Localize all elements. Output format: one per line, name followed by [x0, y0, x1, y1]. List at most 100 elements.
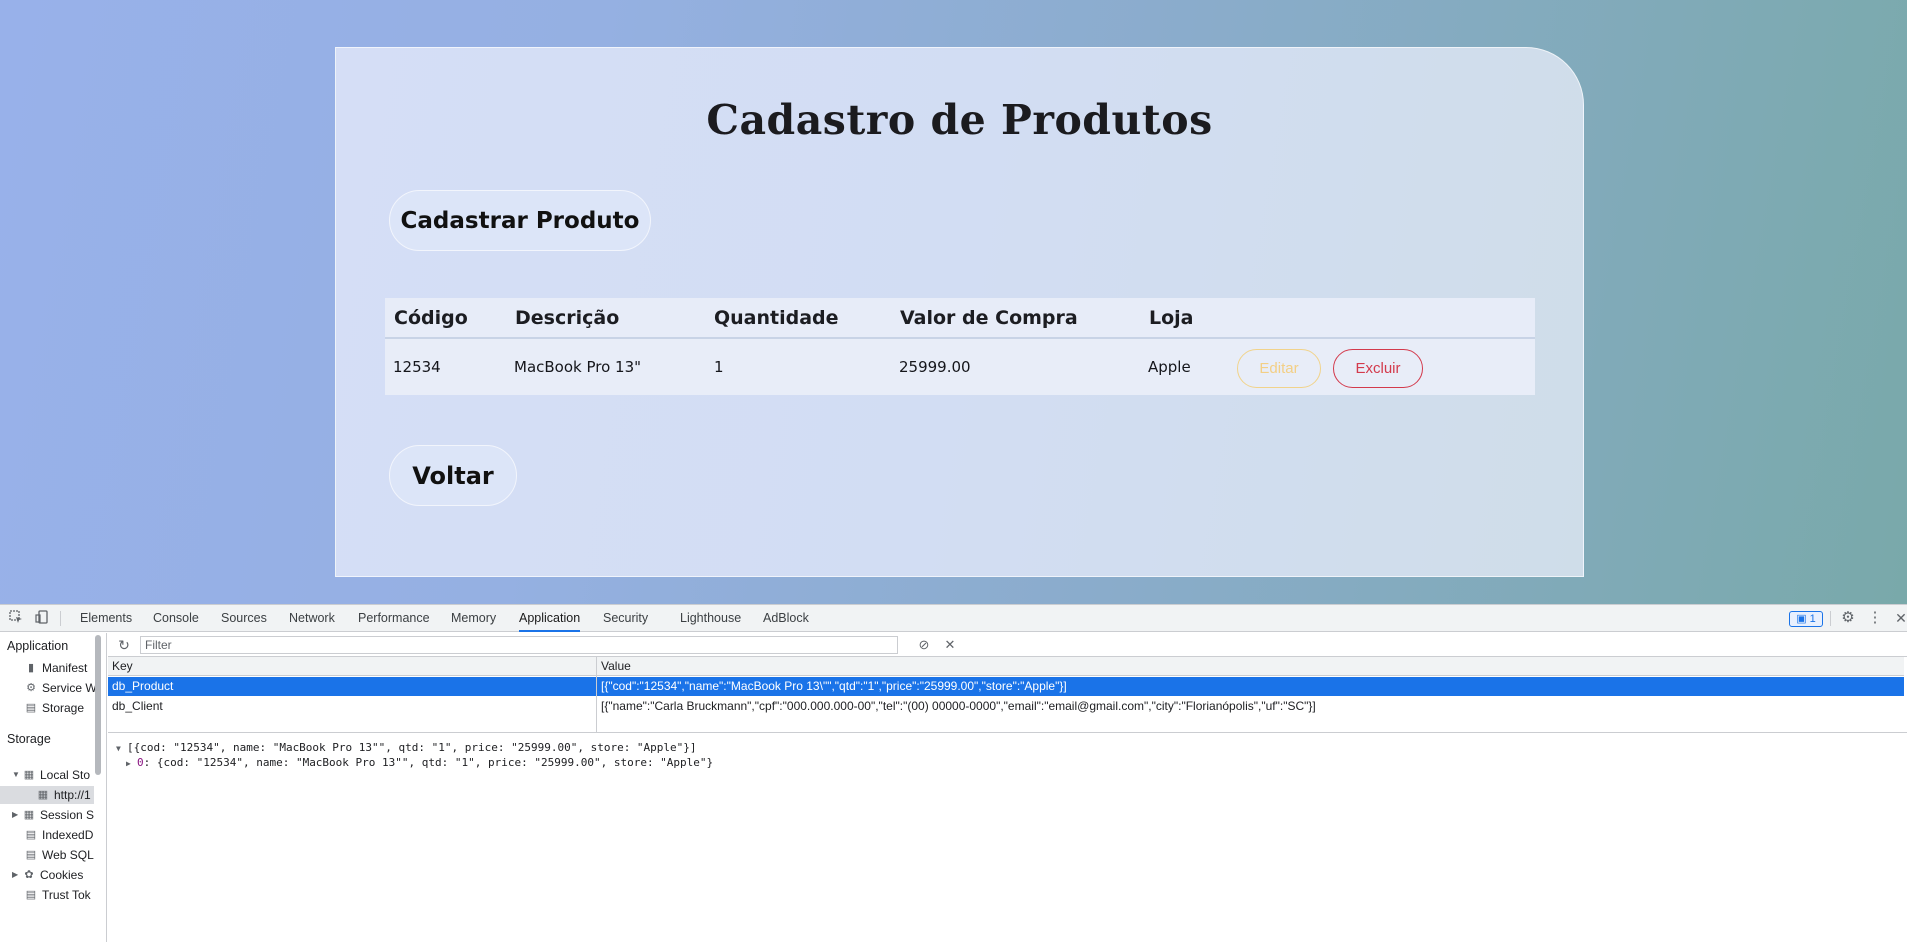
database-icon: ▤ — [25, 702, 37, 714]
sidebar-item-label: Service W — [42, 681, 97, 695]
header-code: Código — [394, 307, 468, 329]
sidebar-item-trust-tokens[interactable]: ▤ Trust Tok — [24, 886, 91, 904]
devtools-tabbar: Elements Console Sources Network Perform… — [0, 605, 1907, 632]
toolbar-divider — [60, 611, 61, 626]
header-quantity: Quantidade — [714, 307, 839, 329]
message-icon: ▣ — [1796, 613, 1807, 625]
cell-store: Apple — [1148, 358, 1191, 376]
sidebar-application-header: Application — [7, 639, 69, 653]
tab-performance[interactable]: Performance — [358, 605, 430, 632]
expanded-triangle-icon: ▼ — [12, 770, 20, 779]
database-icon: ▤ — [25, 889, 37, 901]
toolbar-divider — [1830, 611, 1831, 626]
sidebar-item-label: Local Sto — [40, 768, 91, 782]
preview-item[interactable]: ▶ 0: {cod: "12534", name: "MacBook Pro 13… — [126, 756, 713, 769]
sidebar-item-service-workers[interactable]: ⚙ Service W — [24, 679, 97, 697]
sidebar-item-cookies[interactable]: ▶ ✿ Cookies — [12, 866, 83, 884]
close-devtools-icon[interactable]: ✕ — [1893, 610, 1907, 626]
key-column-header[interactable]: Key — [108, 657, 596, 676]
sidebar-item-label: Session S — [40, 808, 95, 822]
table-row[interactable]: db_Product [{"cod":"12534","name":"MacBo… — [108, 677, 1904, 696]
gear-icon[interactable]: ⚙ — [1840, 610, 1856, 626]
issues-count: 1 — [1809, 613, 1816, 625]
sidebar-item-label: Storage — [42, 701, 85, 715]
value-preview: ▼ [{cod: "12534", name: "MacBook Pro 13""… — [108, 734, 1907, 942]
sidebar-item-web-sql[interactable]: ▤ Web SQL — [24, 846, 94, 864]
tab-elements[interactable]: Elements — [80, 605, 132, 632]
sidebar-item-label: http://1 — [54, 788, 91, 802]
expanded-triangle-icon: ▼ — [116, 744, 121, 753]
cell-code: 12534 — [393, 358, 441, 376]
sidebar-item-indexeddb[interactable]: ▤ IndexedD — [24, 826, 94, 844]
preview-root[interactable]: ▼ [{cod: "12534", name: "MacBook Pro 13""… — [116, 741, 697, 754]
value-column-header[interactable]: Value — [597, 657, 1904, 676]
devtools-panel: Elements Console Sources Network Perform… — [0, 604, 1907, 942]
inspect-element-icon[interactable] — [8, 610, 24, 626]
application-sidebar: Application ▮ Manifest ⚙ Service W ▤ Storag… — [0, 633, 107, 942]
refresh-icon[interactable]: ↻ — [116, 637, 132, 653]
sidebar-item-manifest[interactable]: ▮ Manifest — [24, 659, 87, 677]
clear-all-icon[interactable]: ⊘ — [916, 637, 932, 653]
add-product-button[interactable]: Cadastrar Produto — [389, 190, 651, 251]
tab-lighthouse[interactable]: Lighthouse — [680, 605, 741, 632]
tab-memory[interactable]: Memory — [451, 605, 496, 632]
sidebar-item-storage[interactable]: ▤ Storage — [24, 699, 84, 717]
delete-button[interactable]: Excluir — [1333, 349, 1423, 388]
sidebar-item-label: Cookies — [40, 868, 84, 882]
preview-item-index: 0 — [137, 756, 144, 769]
column-divider — [596, 657, 597, 733]
page-title: Cadastro de Produtos — [706, 96, 1213, 144]
row-value: [{"name":"Carla Bruckmann","cpf":"000.00… — [601, 699, 1316, 713]
more-options-icon[interactable]: ⋮ — [1867, 610, 1883, 626]
header-price: Valor de Compra — [900, 307, 1078, 329]
page-viewport: Cadastro de Produtos Cadastrar Produto C… — [0, 0, 1907, 604]
cell-description: MacBook Pro 13" — [514, 358, 642, 376]
sidebar-item-local-origin[interactable]: ▦ http://1 — [36, 786, 91, 804]
preview-item-text: : {cod: "12534", name: "MacBook Pro 13""… — [143, 756, 714, 769]
product-card: Cadastro de Produtos Cadastrar Produto C… — [335, 47, 1584, 577]
sidebar-item-session-storage[interactable]: ▶ ▦ Session S — [12, 806, 94, 824]
grid-icon: ▦ — [23, 809, 35, 821]
collapsed-triangle-icon: ▶ — [12, 810, 19, 819]
sidebar-storage-header: Storage — [7, 732, 51, 746]
tab-console[interactable]: Console — [153, 605, 199, 632]
tab-adblock[interactable]: AdBlock — [763, 605, 809, 632]
row-value: [{"cod":"12534","name":"MacBook Pro 13\"… — [601, 679, 1067, 693]
tab-security[interactable]: Security — [603, 605, 648, 632]
tab-sources[interactable]: Sources — [221, 605, 267, 632]
table-row: 12534 MacBook Pro 13" 1 25999.00 Apple E… — [385, 339, 1535, 395]
delete-selected-icon[interactable]: ✕ — [942, 637, 958, 653]
edit-button[interactable]: Editar — [1237, 349, 1321, 388]
sidebar-item-label: IndexedD — [42, 828, 94, 842]
row-key: db_Client — [112, 699, 163, 713]
database-icon: ▤ — [25, 829, 37, 841]
grid-icon: ▦ — [37, 789, 49, 801]
table-row[interactable]: db_Client [{"name":"Carla Bruckmann","cp… — [108, 697, 1904, 716]
filter-input[interactable] — [140, 636, 898, 654]
database-icon: ▤ — [25, 849, 37, 861]
tab-network[interactable]: Network — [289, 605, 335, 632]
preview-root-text: [{cod: "12534", name: "MacBook Pro 13"",… — [127, 741, 697, 754]
collapsed-triangle-icon: ▶ — [126, 759, 131, 768]
cell-price: 25999.00 — [899, 358, 971, 376]
back-button[interactable]: Voltar — [389, 445, 517, 506]
cookie-icon: ✿ — [24, 869, 34, 881]
row-key: db_Product — [112, 679, 174, 693]
sidebar-item-local-storage[interactable]: ▼ ▦ Local Sto — [12, 766, 90, 784]
header-store: Loja — [1149, 307, 1194, 329]
device-toolbar-icon[interactable] — [34, 610, 50, 626]
file-icon: ▮ — [27, 662, 35, 674]
tab-application[interactable]: Application — [519, 605, 581, 632]
collapsed-triangle-icon: ▶ — [12, 870, 19, 879]
key-value-table: Key Value db_Product [{"cod":"12534","na… — [108, 657, 1907, 733]
cell-quantity: 1 — [714, 358, 724, 376]
filter-toolbar: ↻ ⊘ ✕ — [108, 633, 1907, 657]
sidebar-item-label: Web SQL — [42, 848, 94, 862]
issues-badge[interactable]: ▣ 1 — [1789, 611, 1823, 627]
table-header: Código Descrição Quantidade Valor de Com… — [385, 298, 1535, 339]
header-description: Descrição — [515, 307, 620, 329]
sidebar-item-label: Manifest — [42, 661, 88, 675]
products-table: Código Descrição Quantidade Valor de Com… — [385, 298, 1535, 395]
grid-icon: ▦ — [23, 769, 35, 781]
sidebar-scrollbar[interactable] — [95, 635, 101, 775]
